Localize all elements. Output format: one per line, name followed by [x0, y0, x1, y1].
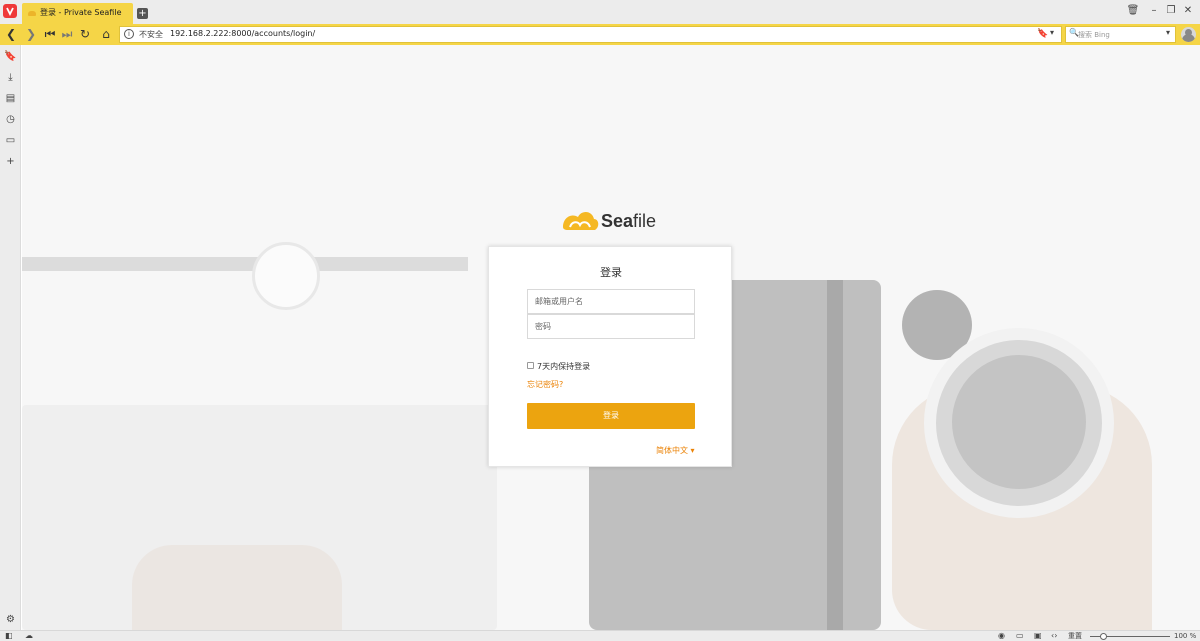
remember-checkbox[interactable] — [527, 362, 534, 369]
bookmarks-panel-icon[interactable]: 🔖 — [4, 50, 17, 63]
brand-rest: file — [633, 211, 657, 231]
image-icon[interactable]: ▣ — [1034, 631, 1042, 641]
reload-icon[interactable]: ↻ — [78, 27, 92, 42]
background-watch-face — [252, 242, 320, 310]
profile-avatar-icon[interactable] — [1181, 27, 1196, 42]
trash-icon[interactable]: 🗑 — [1126, 4, 1140, 18]
remember-label[interactable]: 7天内保持登录 — [537, 361, 590, 372]
back-icon[interactable]: ❮ — [4, 27, 18, 42]
notes-panel-icon[interactable]: ▤ — [4, 92, 17, 105]
background-watch-strap — [22, 257, 468, 271]
search-engine-dropdown-icon[interactable]: ▾ — [1166, 28, 1170, 37]
maximize-icon[interactable]: ❐ — [1164, 4, 1178, 18]
login-button[interactable]: 登录 — [527, 403, 695, 429]
seafile-wordmark: Seafile — [601, 211, 656, 232]
new-tab-button[interactable]: + — [137, 8, 148, 19]
search-placeholder: 搜索 Bing — [1078, 31, 1110, 39]
url-field[interactable]: i 不安全 192.168.2.222:8000/accounts/login/… — [119, 26, 1062, 43]
language-selector[interactable]: 简体中文 ▾ — [656, 445, 695, 456]
forgot-password-link[interactable]: 忘记密码? — [527, 379, 563, 390]
password-field[interactable] — [527, 314, 695, 339]
browser-toolbar: ❮ ❯ ⏮ ⏭ ↻ ⌂ i 不安全 192.168.2.222:8000/acc… — [0, 24, 1200, 45]
background-hand-left — [132, 545, 342, 630]
username-field[interactable] — [527, 289, 695, 314]
fast-forward-icon[interactable]: ⏭ — [60, 27, 74, 42]
username-input[interactable] — [528, 290, 694, 313]
login-title: 登录 — [600, 266, 622, 279]
panel-toggle-icon[interactable]: ◧ — [5, 631, 13, 641]
minimize-icon[interactable]: – — [1147, 4, 1161, 18]
capture-icon[interactable]: ◉ — [998, 631, 1005, 641]
site-info-icon[interactable]: i — [124, 29, 134, 39]
vivaldi-logo-icon[interactable] — [3, 4, 17, 18]
bookmark-icon[interactable]: 🔖 — [1037, 29, 1048, 39]
close-icon[interactable]: ✕ — [1181, 4, 1195, 18]
forward-icon[interactable]: ❯ — [24, 27, 38, 42]
tab-login[interactable]: 登录 - Private Seafile — [22, 3, 133, 24]
zoom-level: 100 % — [1174, 632, 1197, 640]
history-panel-icon[interactable]: ◷ — [4, 113, 17, 126]
seafile-favicon-icon — [28, 11, 36, 16]
zoom-reset-label[interactable]: 重置 — [1068, 631, 1082, 641]
downloads-panel-icon[interactable]: ⤓ — [4, 71, 17, 84]
password-input[interactable] — [528, 315, 694, 338]
login-page: Seafile 登录 7天内保持登录 忘记密码? 登录 简体中文 ▾ — [22, 45, 1200, 630]
brand-bold: Sea — [601, 211, 634, 231]
login-card: 登录 7天内保持登录 忘记密码? 登录 简体中文 ▾ — [488, 246, 732, 467]
background-notebook-strap — [827, 280, 843, 630]
settings-icon[interactable]: ⚙ — [4, 613, 17, 626]
rewind-icon[interactable]: ⏮ — [43, 27, 57, 42]
home-icon[interactable]: ⌂ — [99, 27, 113, 42]
code-icon[interactable]: ‹› — [1051, 631, 1057, 641]
background-coffee — [952, 355, 1086, 489]
browser-statusbar: ◧ ☁ ◉ ▭ ▣ ‹› 重置 100 % — [0, 630, 1200, 641]
sync-cloud-icon[interactable]: ☁ — [25, 631, 33, 641]
security-label: 不安全 — [139, 30, 163, 39]
url-dropdown-icon[interactable]: ▾ — [1050, 28, 1054, 37]
seafile-logo-icon — [563, 211, 599, 230]
side-panel: 🔖 ⤓ ▤ ◷ ▭ + ⚙ — [0, 45, 21, 630]
search-field[interactable]: 🔍 搜索 Bing ▾ — [1065, 26, 1176, 43]
window-panel-icon[interactable]: ▭ — [4, 134, 17, 147]
zoom-slider-handle[interactable] — [1100, 633, 1107, 640]
url-text[interactable]: 192.168.2.222:8000/accounts/login/ — [170, 29, 315, 38]
add-panel-icon[interactable]: + — [4, 155, 17, 168]
tile-icon[interactable]: ▭ — [1016, 631, 1024, 641]
browser-titlebar: 登录 - Private Seafile + 🗑 – ❐ ✕ — [0, 0, 1200, 24]
tab-title: 登录 - Private Seafile — [40, 8, 122, 17]
